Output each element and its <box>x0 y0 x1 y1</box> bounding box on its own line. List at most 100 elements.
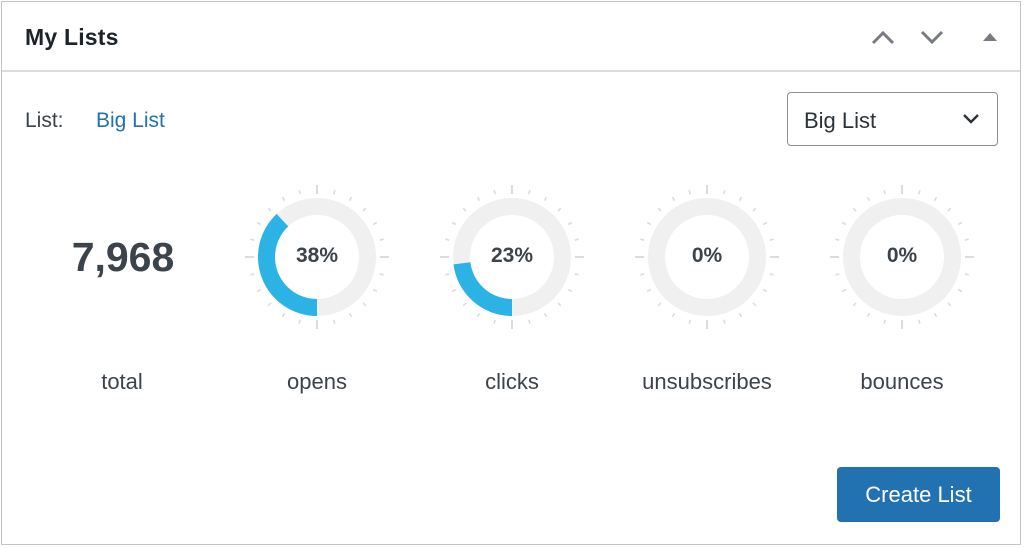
donut-unsubscribes: 0% <box>632 182 782 332</box>
gauge-tick <box>688 319 691 324</box>
gauge-tick <box>557 207 562 212</box>
gauge-tick <box>640 238 645 241</box>
gauge-tick <box>574 238 579 241</box>
list-select-value: Big List <box>804 108 877 133</box>
gauge-tick <box>933 312 938 318</box>
gauge-tick <box>567 288 573 293</box>
gauge-tick <box>372 221 378 226</box>
gauge-tick <box>964 238 969 241</box>
gauge-tick <box>298 190 301 195</box>
gauge-tick <box>348 196 353 202</box>
gauge-tick <box>964 273 969 276</box>
gauge-tick <box>567 221 573 226</box>
my-lists-widget: My Lists List: Big List Big List 7,968 t… <box>1 1 1021 545</box>
gauge-tick <box>738 196 743 202</box>
gauge-tick <box>476 312 481 318</box>
gauge-tick <box>933 196 938 202</box>
gauge-tick <box>866 196 871 202</box>
gauge-tick <box>841 288 847 293</box>
gauge-tick <box>762 221 768 226</box>
gauge-tick <box>852 302 857 307</box>
gauge-tick <box>250 238 255 241</box>
gauge-tick <box>688 190 691 195</box>
current-list-link[interactable]: Big List <box>96 109 165 133</box>
gauge-tick <box>451 221 457 226</box>
gauge-tick <box>918 190 921 195</box>
gauge-tick <box>574 273 579 276</box>
chevron-down-icon <box>920 30 944 45</box>
gauge-tick <box>957 221 963 226</box>
chevron-down-icon <box>963 114 979 124</box>
gauge-tick <box>835 273 840 276</box>
gauge-tick <box>841 221 847 226</box>
total-subscribers-value: 7,968 <box>71 234 175 280</box>
gauge-tick <box>298 319 301 324</box>
gauge-tick <box>947 302 952 307</box>
clicks-label: clicks <box>485 369 539 394</box>
gauge-tick <box>333 190 336 195</box>
donut-opens: 38% <box>242 182 392 332</box>
gauge-tick <box>462 302 467 307</box>
gauge-tick <box>657 302 662 307</box>
opens-percent-value: 38% <box>295 244 339 267</box>
list-label: List: <box>25 109 64 132</box>
gauge-tick <box>372 288 378 293</box>
widget-title: My Lists <box>25 24 119 50</box>
gauge-tick <box>543 312 548 318</box>
unsubscribes-percent-value: 0% <box>691 244 723 267</box>
clicks-percent-value: 23% <box>490 244 534 267</box>
move-down-button[interactable] <box>917 24 947 50</box>
gauge-tick <box>723 319 726 324</box>
move-up-button[interactable] <box>868 24 898 50</box>
gauge-tick <box>528 190 531 195</box>
gauge-tick <box>379 273 384 276</box>
gauge-tick <box>752 302 757 307</box>
gauge-tick <box>362 207 367 212</box>
total-label: total <box>101 369 143 394</box>
gauge-tick <box>671 196 676 202</box>
gauge-tick <box>723 190 726 195</box>
gauge-tick <box>493 190 496 195</box>
list-select[interactable]: Big List <box>787 92 998 146</box>
gauge-tick <box>957 288 963 293</box>
gauge-tick <box>256 288 262 293</box>
gauge-tick <box>646 288 652 293</box>
gauge-tick <box>657 207 662 212</box>
gauge-tick <box>451 288 457 293</box>
gauge-tick <box>646 221 652 226</box>
gauge-tick <box>528 319 531 324</box>
gauge-tick <box>267 302 272 307</box>
create-list-button[interactable]: Create List <box>837 467 1000 522</box>
gauge-tick <box>281 312 286 318</box>
gauge-tick <box>883 190 886 195</box>
toggle-panel-button[interactable] <box>975 24 1005 50</box>
gauge-tick <box>769 238 774 241</box>
gauge-tick <box>476 196 481 202</box>
donut-bounces: 0% <box>827 182 977 332</box>
gauge-tick <box>493 319 496 324</box>
gauge-tick <box>362 302 367 307</box>
gauge-tick <box>379 238 384 241</box>
gauge-tick <box>462 207 467 212</box>
gauge-tick <box>250 273 255 276</box>
gauge-tick <box>866 312 871 318</box>
gauge-tick <box>267 207 272 212</box>
gauge-tick <box>835 238 840 241</box>
gauge-tick <box>738 312 743 318</box>
unsubscribes-label: unsubscribes <box>642 369 772 394</box>
gauge-tick <box>752 207 757 212</box>
bounces-percent-value: 0% <box>886 244 918 267</box>
gauge-tick <box>918 319 921 324</box>
triangle-up-icon <box>983 33 997 41</box>
donut-fill-clicks <box>453 262 512 316</box>
gauge-tick <box>947 207 952 212</box>
gauge-tick <box>671 312 676 318</box>
gauge-tick <box>281 196 286 202</box>
gauge-tick <box>348 312 353 318</box>
gauge-tick <box>852 207 857 212</box>
gauge-tick <box>445 238 450 241</box>
gauge-tick <box>256 221 262 226</box>
chevron-up-icon <box>871 30 895 45</box>
gauge-tick <box>769 273 774 276</box>
opens-label: opens <box>287 369 347 394</box>
